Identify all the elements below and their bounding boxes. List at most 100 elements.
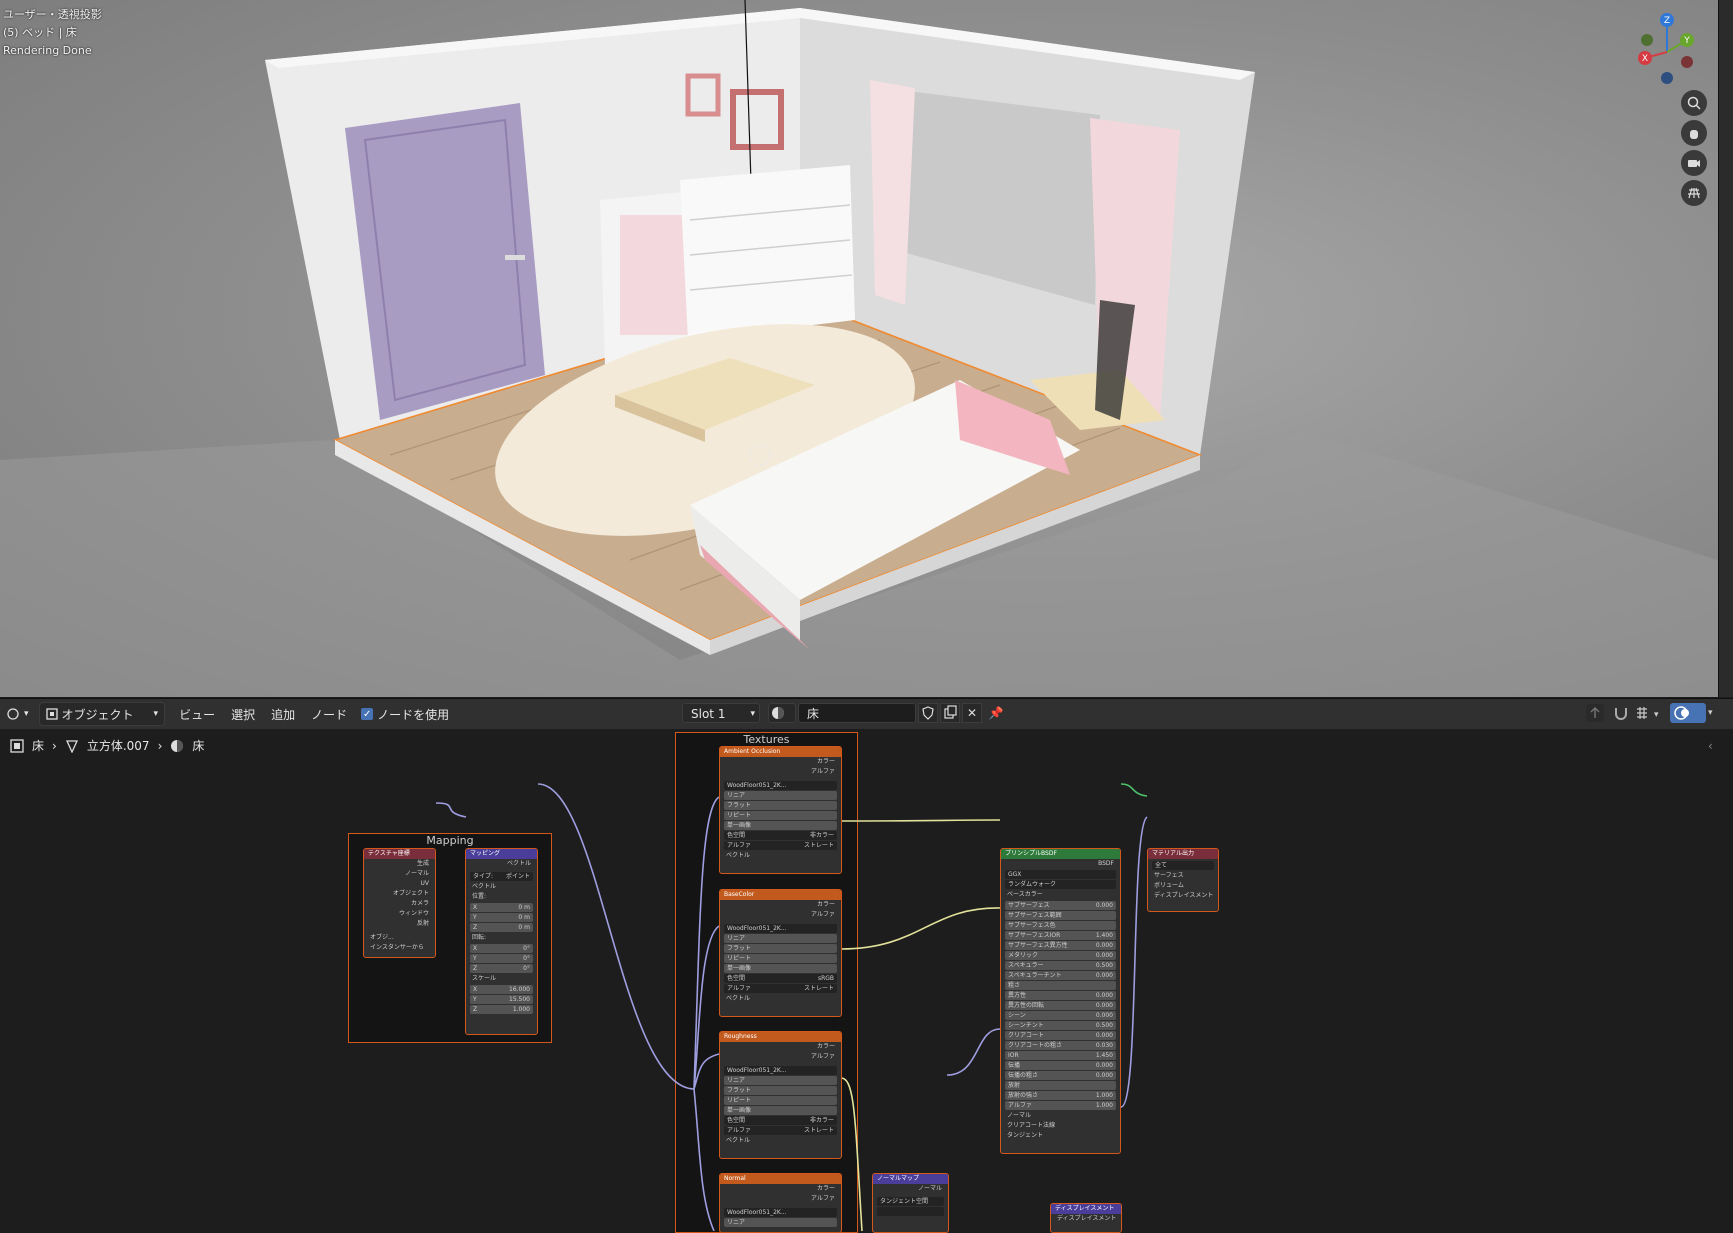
distribution-dropdown[interactable]: GGX [1005,870,1116,879]
extension-dropdown[interactable]: リピート [724,1096,837,1105]
bsdf-param-field[interactable]: 異方性 0.000 [1005,991,1116,1000]
socket-color-out[interactable]: カラー [720,1184,841,1194]
bsdf-param-field[interactable]: サブサーフェスIOR 1.400 [1005,931,1116,940]
socket-displacement[interactable]: ディスプレイスメント [1148,891,1218,901]
rotation-x[interactable]: X 0° [470,944,533,953]
colorspace-dropdown[interactable]: 色空間 非カラー [724,831,837,840]
socket-object[interactable]: オブジェクト [364,889,435,899]
node-image-texture-ao[interactable]: Ambient Occlusion カラー アルファ WoodFloor051_… [719,746,842,874]
node-image-texture-normal[interactable]: Normal カラー アルファ WoodFloor051_2K... リニア [719,1173,842,1233]
bsdf-param-field[interactable]: 放射の強さ 1.000 [1005,1091,1116,1100]
socket-bsdf-out[interactable]: BSDF [1001,859,1120,869]
extension-dropdown[interactable]: リピート [724,811,837,820]
image-file-field[interactable]: WoodFloor051_2K... [724,781,837,790]
bsdf-param-field[interactable]: クリアコート 0.000 [1005,1031,1116,1040]
bsdf-param-field[interactable]: 粗さ [1005,981,1116,990]
bsdf-param-field[interactable]: サブサーフェス 0.000 [1005,901,1116,910]
image-file-field[interactable]: WoodFloor051_2K... [724,924,837,933]
socket-alpha-out[interactable]: アルファ [720,1194,841,1204]
bsdf-param-field[interactable]: メタリック 0.000 [1005,951,1116,960]
socket-vector-in[interactable]: ベクトル [720,851,841,861]
image-file-field[interactable]: WoodFloor051_2K... [724,1208,837,1217]
node-image-texture-basecolor[interactable]: BaseColor カラー アルファ WoodFloor051_2K... リニ… [719,889,842,1017]
socket-surface[interactable]: サーフェス [1148,871,1218,881]
socket-color-out[interactable]: カラー [720,757,841,767]
mode-dropdown[interactable]: オブジェクト ▾ [38,702,166,726]
duplicate-material-button[interactable] [940,703,960,723]
node-image-texture-roughness[interactable]: Roughness カラー アルファ WoodFloor051_2K... リニ… [719,1031,842,1159]
sidebar-toggle-icon[interactable]: ‹ [1708,739,1713,753]
source-dropdown[interactable]: 単一画像 [724,964,837,973]
socket-generated[interactable]: 生成 [364,859,435,869]
overlays-toggle[interactable] [1670,703,1706,723]
alpha-mode-dropdown[interactable]: アルファ ストレート [724,841,837,850]
normal-space-dropdown[interactable]: タンジェント空間 [877,1197,944,1206]
socket-uv[interactable]: UV [364,879,435,889]
bsdf-param-field[interactable]: シーン 0.000 [1005,1011,1116,1020]
socket-tangent[interactable]: タンジェント [1001,1131,1120,1141]
bsdf-param-field[interactable]: アルファ 1.000 [1005,1101,1116,1110]
interpolation-dropdown[interactable]: リニア [724,934,837,943]
socket-volume[interactable]: ボリューム [1148,881,1218,891]
node-texture-coordinate[interactable]: テクスチャ座標 生成 ノーマル UV オブジェクト カメラ ウィンドウ 反射 オ… [363,848,436,958]
mapping-type-dropdown[interactable]: タイプ: ポイント [470,872,533,881]
pin-icon[interactable]: 📌 [986,703,1006,723]
socket-vector-in[interactable]: ベクトル [466,882,537,892]
rotation-z[interactable]: Z 0° [470,964,533,973]
socket-window[interactable]: ウィンドウ [364,909,435,919]
socket-vector-in[interactable]: ベクトル [720,994,841,1004]
snap-toggle[interactable] [1612,704,1630,722]
socket-normal-out[interactable]: ノーマル [873,1184,948,1194]
menu-node[interactable]: ノード [303,706,355,723]
node-material-output[interactable]: マテリアル出力 全て サーフェス ボリューム ディスプレイスメント [1147,848,1219,912]
socket-normal[interactable]: ノーマル [364,869,435,879]
menu-add[interactable]: 追加 [263,706,303,723]
extension-dropdown[interactable]: リピート [724,954,837,963]
socket-alpha-out[interactable]: アルファ [720,1052,841,1062]
bsdf-param-field[interactable]: 伝播の粗さ 0.000 [1005,1071,1116,1080]
breadcrumb-material[interactable]: 床 [192,737,204,754]
3d-viewport[interactable]: ユーザー・透視投影 (5) ベッド | 床 Rendering Done Z Y… [0,0,1718,697]
interpolation-dropdown[interactable]: リニア [724,791,837,800]
location-z[interactable]: Z0 m [470,923,533,932]
socket-color-out[interactable]: カラー [720,1042,841,1052]
breadcrumb-mesh[interactable]: 立方体.007 [87,737,150,754]
instancer-checkbox[interactable]: インスタンサーから [364,943,435,953]
subsurface-method-dropdown[interactable]: ランダムウォーク [1005,880,1116,889]
socket-reflection[interactable]: 反射 [364,919,435,929]
parent-node-tree-button[interactable] [1586,704,1604,722]
pan-hand-icon[interactable] [1681,120,1707,146]
unlink-material-button[interactable]: ✕ [962,703,982,723]
node-normal-map[interactable]: ノーマルマップ ノーマル タンジェント空間 [872,1173,949,1233]
projection-dropdown[interactable]: フラット [724,801,837,810]
interpolation-dropdown[interactable]: リニア [724,1076,837,1085]
scale-z[interactable]: Z 1.000 [470,1005,533,1014]
menu-select[interactable]: 選択 [223,706,263,723]
properties-strip[interactable] [1718,0,1733,697]
socket-base-color[interactable]: ベースカラー [1001,890,1120,900]
colorspace-dropdown[interactable]: 色空間 非カラー [724,1116,837,1125]
node-editor-canvas[interactable]: Mapping Textures テクスチャ座標 生成 ノーマル UV オブジェ… [0,729,1733,1233]
socket-displacement-out[interactable]: ディスプレイスメント [1051,1214,1121,1224]
snap-mode-dropdown[interactable]: ▾ [1634,704,1664,722]
node-mapping[interactable]: マッピング ベクトル タイプ: ポイント ベクトル 位置: X0 m Y0 m Z… [465,848,538,1035]
navigation-gizmo[interactable]: Z Y X [1630,10,1710,90]
scale-x[interactable]: X 16.000 [470,985,533,994]
source-dropdown[interactable]: 単一画像 [724,821,837,830]
bsdf-param-field[interactable]: サブサーフェス異方性 0.000 [1005,941,1116,950]
colorspace-dropdown[interactable]: 色空間 sRGB [724,974,837,983]
socket-alpha-out[interactable]: アルファ [720,767,841,777]
browse-material-button[interactable] [768,703,796,723]
scale-y[interactable]: Y 15.500 [470,995,533,1004]
bsdf-param-field[interactable]: サブサーフェス範囲 [1005,911,1116,920]
bsdf-param-field[interactable]: スペキュラーチント 0.000 [1005,971,1116,980]
socket-color-out[interactable]: カラー [720,900,841,910]
camera-icon[interactable] [1681,150,1707,176]
node-principled-bsdf[interactable]: プリンシプルBSDF BSDF GGX ランダムウォーク ベースカラー サブサー… [1000,848,1121,1154]
object-field[interactable]: オブジ... [364,933,435,943]
socket-vector-in[interactable]: ベクトル [720,1136,841,1146]
breadcrumb-object[interactable]: 床 [32,737,44,754]
alpha-mode-dropdown[interactable]: アルファ ストレート [724,984,837,993]
alpha-mode-dropdown[interactable]: アルファ ストレート [724,1126,837,1135]
fake-user-button[interactable] [918,703,938,723]
